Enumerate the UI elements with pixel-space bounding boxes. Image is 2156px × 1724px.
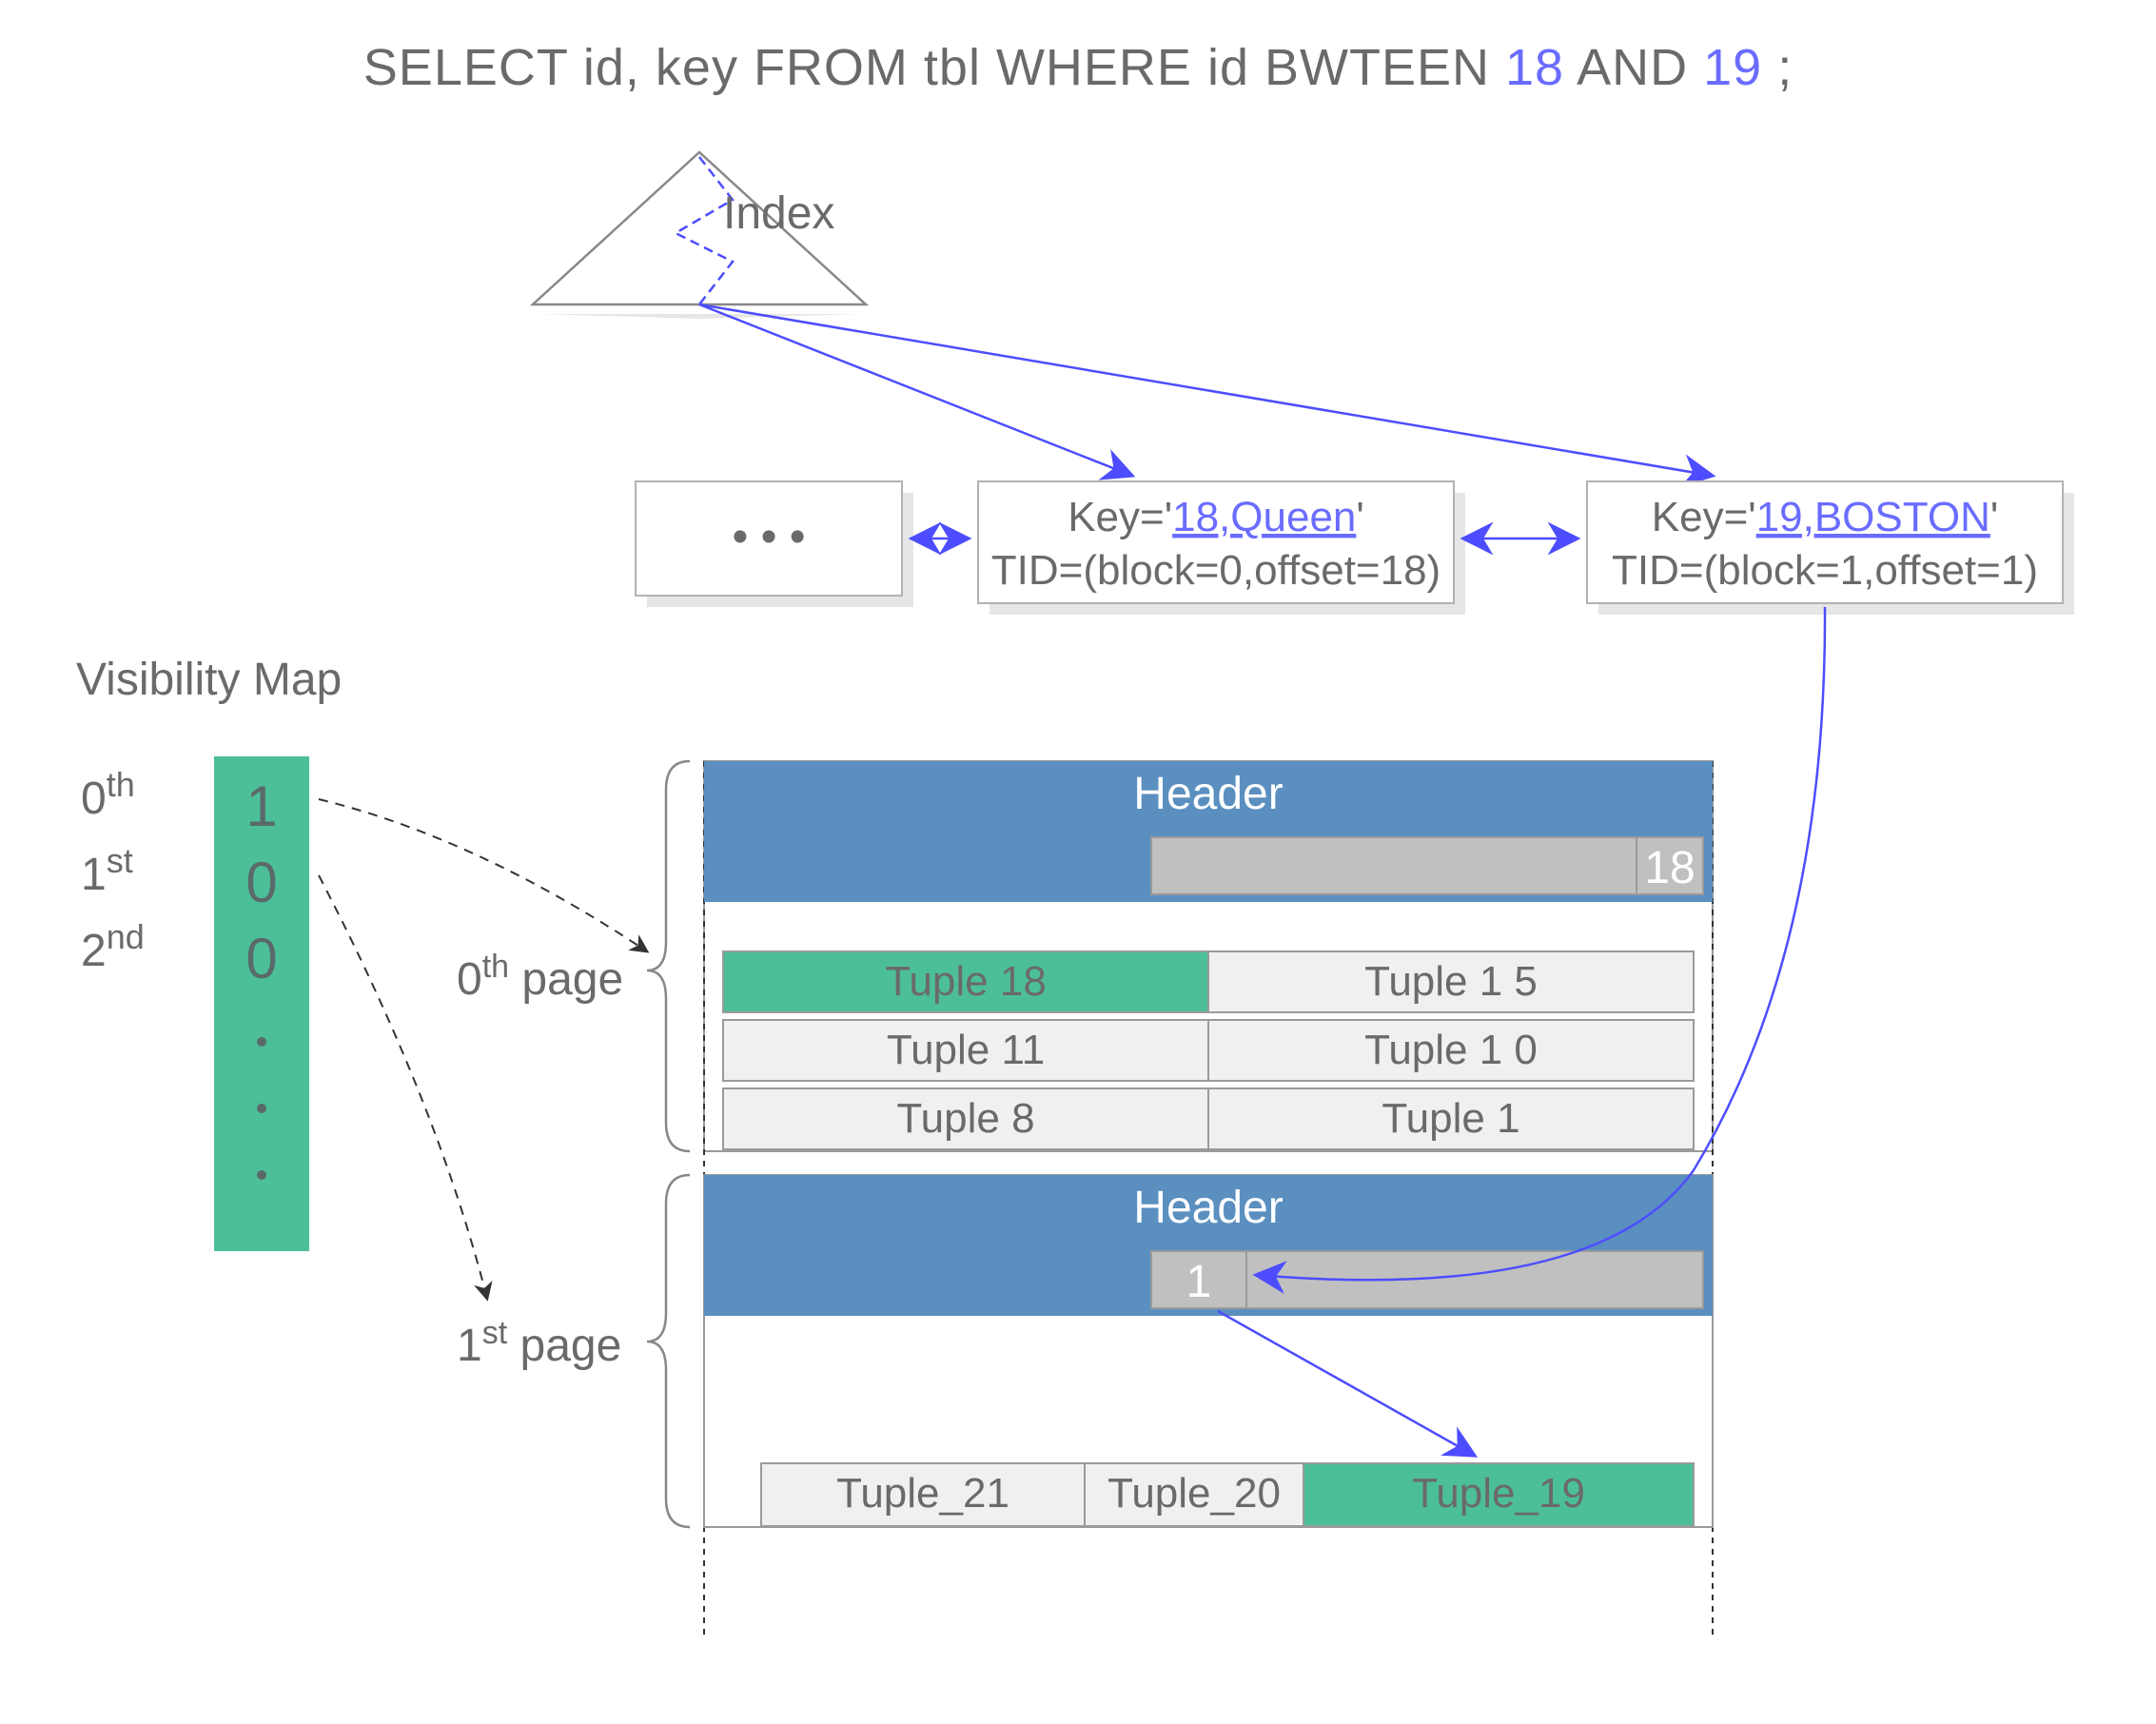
leaf-2-box: Key='19,BOSTON' TID=(block=1,offset=1) (1587, 481, 2074, 615)
leaf2-key: Key='19,BOSTON' (1652, 494, 1999, 540)
leaf1-key: Key='18,Queen' (1068, 494, 1364, 540)
vm-ord2: 2nd (81, 917, 145, 976)
sql-val2: 19 (1703, 39, 1762, 96)
leaf2-tid: TID=(block=1,offset=1) (1612, 547, 2038, 594)
index-to-leaf1-arrow (699, 304, 1132, 476)
index-label: Index (723, 188, 834, 239)
vm-bit2: 0 (245, 927, 277, 990)
tuple-15-label: Tuple 1 5 (1364, 958, 1538, 1005)
tuple-18-label: Tuple 18 (885, 958, 1047, 1005)
visibility-map-title: Visibility Map (76, 655, 342, 705)
page-1: Header 1 Tuple_21 Tuple_20 Tuple_19 (704, 1175, 1713, 1527)
tuple-1-label: Tuple 1 (1382, 1095, 1519, 1142)
page1-brace (647, 1175, 690, 1527)
sql-query-text: SELECT id, key FROM tbl WHERE id BWTEEN … (0, 38, 2156, 97)
tuple-10-label: Tuple 1 0 (1364, 1027, 1538, 1073)
vm-bit1: 0 (245, 851, 277, 914)
sql-mid: AND (1564, 39, 1703, 96)
vm-ordinals: 0th 1st 2nd (81, 765, 145, 976)
page0-slot18: 18 (1644, 843, 1695, 893)
vm-column: 1 0 0 (214, 756, 309, 1251)
page1-slot1: 1 (1186, 1257, 1212, 1307)
index-triangle: Index (533, 152, 866, 319)
leaf-1-box: Key='18,Queen' TID=(block=0,offset=18) (978, 481, 1465, 615)
index-to-leaf2-arrow (699, 304, 1713, 476)
vm-to-page0-arrow (319, 799, 647, 951)
page1-header-label: Header (1133, 1183, 1283, 1233)
diagram-canvas: Index • • • Key='18,Queen' TID=(block=0,… (0, 0, 2156, 1724)
page0-label: 0th page (457, 949, 623, 1005)
vm-to-page1-arrow (319, 875, 487, 1299)
leaf1-tid: TID=(block=0,offset=18) (991, 547, 1441, 594)
leaf-ellipsis-box: • • • (636, 481, 913, 607)
sql-prefix: SELECT id, key FROM tbl WHERE id BWTEEN (363, 39, 1505, 96)
sql-suffix: ; (1762, 39, 1793, 96)
vm-bit0: 1 (245, 774, 277, 838)
leaf-ellipsis-text: • • • (732, 512, 805, 562)
vm-ord0: 0th (81, 765, 135, 824)
vm-ord1: 1st (81, 841, 133, 900)
tuple-20-label: Tuple_20 (1107, 1470, 1281, 1517)
page0-brace (647, 761, 690, 1151)
page0-header-label: Header (1133, 769, 1283, 819)
page1-label: 1st page (457, 1315, 621, 1371)
tuple-11-label: Tuple 11 (887, 1027, 1045, 1073)
tuple-8-label: Tuple 8 (896, 1095, 1034, 1142)
tuple-19-label: Tuple_19 (1412, 1470, 1585, 1517)
sql-val1: 18 (1505, 39, 1564, 96)
tuple-21-label: Tuple_21 (836, 1470, 1009, 1517)
